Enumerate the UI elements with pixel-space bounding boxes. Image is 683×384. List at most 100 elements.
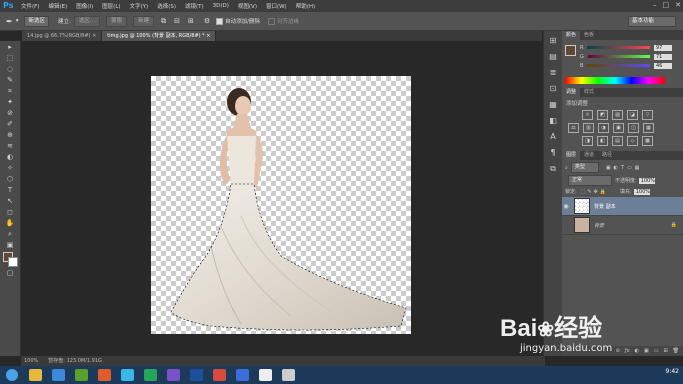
- clone-stamp-tool-icon[interactable]: ⊕: [3, 130, 17, 140]
- gradient-tool-icon[interactable]: ✧: [3, 163, 17, 173]
- menu-3d[interactable]: 3D(D): [213, 3, 229, 9]
- marquee-tool-icon[interactable]: ⬚: [3, 53, 17, 63]
- paragraph-panel-icon[interactable]: ¶: [547, 147, 559, 159]
- slider-value[interactable]: 97: [654, 44, 672, 51]
- tab-swatches[interactable]: 色板: [580, 31, 598, 40]
- invert-icon[interactable]: ◨: [582, 136, 593, 146]
- menu-view[interactable]: 视图(V): [238, 2, 257, 10]
- blue-slider[interactable]: B 46: [580, 62, 672, 69]
- color-balance-icon[interactable]: ▥: [583, 123, 594, 133]
- align-edges-checkbox[interactable]: [268, 17, 276, 25]
- exposure-icon[interactable]: ◪: [627, 110, 638, 120]
- color-spectrum[interactable]: [565, 77, 665, 84]
- pen-tool-icon[interactable]: ✒: [6, 17, 13, 26]
- slider-track[interactable]: [587, 46, 650, 49]
- selective-color-icon[interactable]: ◇: [627, 136, 638, 146]
- quick-mask-icon[interactable]: ▣: [3, 240, 17, 250]
- taskbar-app-icon[interactable]: [167, 369, 180, 381]
- start-button[interactable]: [6, 369, 18, 381]
- channel-mixer-icon[interactable]: ◫: [628, 123, 639, 133]
- foreground-color-chip[interactable]: [565, 45, 576, 56]
- path-arrangement-icon[interactable]: ⊞: [188, 17, 194, 25]
- menu-help[interactable]: 帮助(H): [296, 2, 315, 10]
- color-swatches[interactable]: [0, 251, 20, 267]
- eye-icon[interactable]: □: [562, 222, 570, 229]
- photo-filter-icon[interactable]: ▣: [613, 123, 624, 133]
- make-shape-button[interactable]: 新建: [133, 15, 155, 27]
- eye-icon[interactable]: ◉: [562, 203, 570, 210]
- filter-icons[interactable]: ▣◐T▭▦: [606, 165, 643, 171]
- menu-image[interactable]: 图像(I): [76, 2, 93, 10]
- tab-color[interactable]: 颜色: [562, 31, 581, 40]
- quick-selection-tool-icon[interactable]: ✎: [3, 75, 17, 85]
- history-brush-tool-icon[interactable]: ≋: [3, 141, 17, 151]
- gear-icon[interactable]: ⚙: [204, 17, 210, 25]
- tab-14-jpg[interactable]: 14.jpg @ 66.7%(RGB/8#) ×: [22, 31, 103, 41]
- brightness-contrast-icon[interactable]: ☼: [582, 110, 593, 120]
- taskbar-app-icon[interactable]: [190, 369, 203, 381]
- auto-add-checkbox[interactable]: [216, 17, 224, 25]
- fill-input[interactable]: 100%: [633, 188, 650, 195]
- history-panel-icon[interactable]: ⊞: [547, 35, 559, 47]
- close-button[interactable]: ✕: [675, 1, 681, 9]
- clone-source-panel-icon[interactable]: ◧: [547, 115, 559, 127]
- tab-channels[interactable]: 通道: [580, 151, 598, 160]
- slider-value[interactable]: 46: [654, 62, 672, 69]
- path-selection-tool-icon[interactable]: ↖: [3, 196, 17, 206]
- tab-timg-jpg[interactable]: timg.jpg @ 100% (背景 副本, RGB/8#) * ×: [102, 31, 217, 41]
- lock-icons[interactable]: ⬚✎✥🔒: [581, 189, 608, 195]
- character-panel-icon[interactable]: A: [547, 131, 559, 143]
- menu-select[interactable]: 选择(S): [157, 2, 176, 10]
- crop-tool-icon[interactable]: ⌗: [3, 86, 17, 96]
- threshold-icon[interactable]: ▤: [612, 136, 623, 146]
- taskbar-app-icon[interactable]: [98, 369, 111, 381]
- vibrance-icon[interactable]: ▽: [642, 110, 653, 120]
- taskbar-app-icon[interactable]: [259, 369, 272, 381]
- taskbar-app-icon[interactable]: [52, 369, 65, 381]
- taskbar-app-icon[interactable]: [282, 369, 295, 381]
- taskbar-app-icon[interactable]: [29, 369, 42, 381]
- menu-type[interactable]: 文字(Y): [130, 2, 149, 10]
- menu-window[interactable]: 窗口(W): [266, 2, 287, 10]
- black-white-icon[interactable]: ◑: [598, 123, 609, 133]
- taskbar-app-icon[interactable]: [121, 369, 134, 381]
- color-lookup-icon[interactable]: ▦: [643, 123, 654, 133]
- tab-styles[interactable]: 样式: [580, 88, 598, 97]
- screen-mode-icon[interactable]: ▢: [3, 268, 17, 278]
- path-operations-icon[interactable]: ⧉: [161, 17, 166, 26]
- path-alignment-icon[interactable]: ⊟: [174, 17, 180, 25]
- slider-value[interactable]: 71: [654, 53, 672, 60]
- minimize-button[interactable]: –: [653, 1, 657, 9]
- layer-comps-panel-icon[interactable]: ⧉: [547, 163, 559, 175]
- menu-edit[interactable]: 编辑(E): [48, 2, 67, 10]
- taskbar-app-icon[interactable]: [144, 369, 157, 381]
- document-canvas[interactable]: [151, 76, 411, 334]
- eyedropper-tool-icon[interactable]: ✦: [3, 97, 17, 107]
- pen-tool-icon[interactable]: ⬡: [3, 174, 17, 184]
- taskbar-app-icon[interactable]: [213, 369, 226, 381]
- taskbar-app-icon[interactable]: [75, 369, 88, 381]
- zoom-level[interactable]: 100%: [24, 356, 38, 366]
- type-tool-icon[interactable]: T: [3, 185, 17, 195]
- rectangle-tool-icon[interactable]: ◻: [3, 207, 17, 217]
- close-icon[interactable]: ×: [206, 33, 210, 39]
- blend-mode-dropdown[interactable]: 正常: [568, 175, 612, 186]
- green-slider[interactable]: G 71: [580, 53, 672, 60]
- workspace-dropdown[interactable]: 基本功能: [628, 15, 676, 27]
- layer-filter-dropdown[interactable]: 类型: [570, 162, 599, 173]
- slider-track[interactable]: [587, 64, 650, 67]
- menu-filter[interactable]: 滤镜(T): [185, 2, 204, 10]
- healing-brush-tool-icon[interactable]: ⊘: [3, 108, 17, 118]
- brush-panel-icon[interactable]: ▦: [547, 99, 559, 111]
- layer-name[interactable]: 背景 副本: [594, 203, 616, 210]
- curves-icon[interactable]: ▨: [612, 110, 623, 120]
- hue-saturation-icon[interactable]: ⚖: [568, 123, 579, 133]
- clock[interactable]: 9:42: [666, 368, 679, 375]
- levels-icon[interactable]: ◩: [597, 110, 608, 120]
- tab-layers[interactable]: 图层: [562, 151, 581, 160]
- red-slider[interactable]: R 97: [580, 44, 672, 51]
- make-mask-button[interactable]: 蒙版: [106, 15, 128, 27]
- move-tool-icon[interactable]: ▸: [3, 42, 17, 52]
- tab-adjustments[interactable]: 调整: [562, 88, 581, 97]
- make-selection-button[interactable]: 选区...: [73, 15, 101, 27]
